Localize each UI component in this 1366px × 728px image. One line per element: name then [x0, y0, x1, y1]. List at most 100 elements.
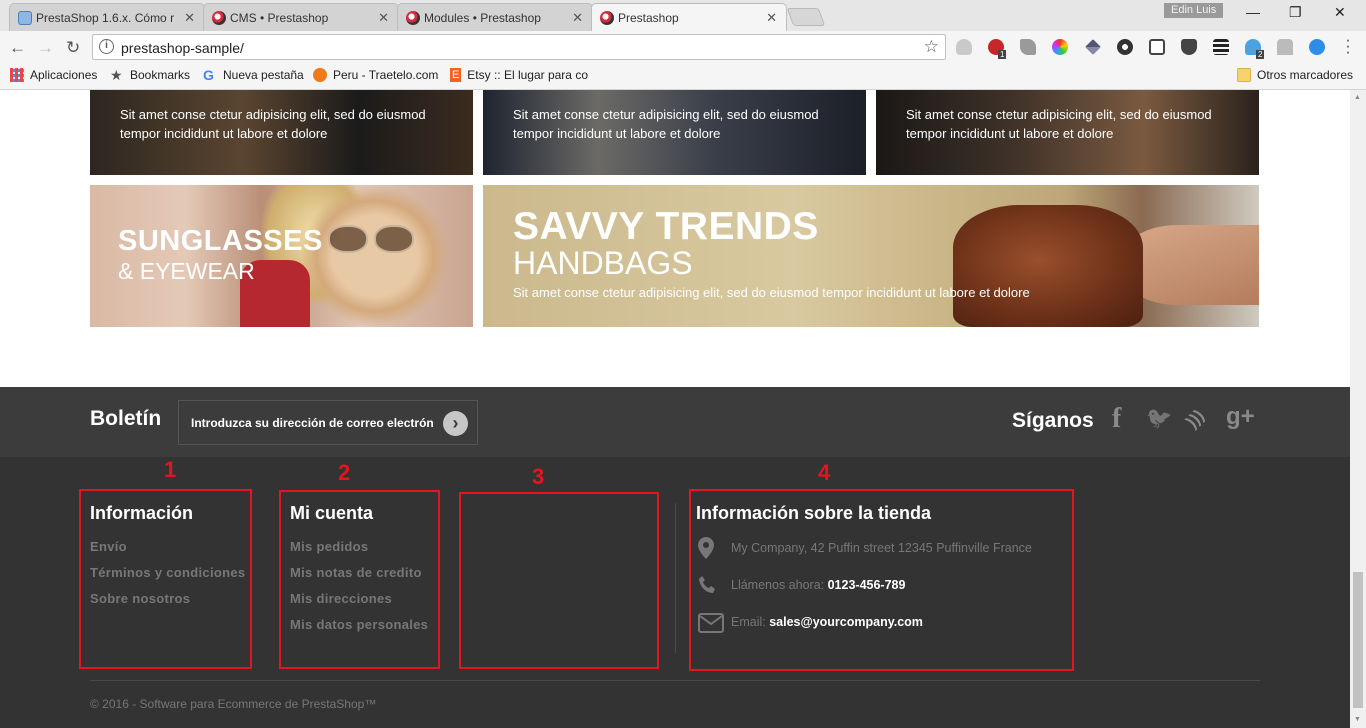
extension-tool-icon[interactable]	[1020, 39, 1036, 55]
banner-caption: Sit amet conse ctetur adipisicing elit, …	[513, 285, 1030, 300]
tab-prestashop-active[interactable]: Prestashop ✕	[591, 3, 787, 32]
close-tab-icon[interactable]: ✕	[766, 10, 777, 26]
annotation-number-3: 3	[532, 464, 545, 489]
page-scrollbar[interactable]: ▲ ▼	[1350, 90, 1366, 728]
bookmark-traetelo[interactable]: Peru - Traetelo.com	[313, 68, 438, 82]
close-tab-icon[interactable]: ✕	[184, 10, 195, 26]
tab-modules[interactable]: Modules • Prestashop ✕	[397, 3, 593, 31]
rss-icon[interactable]: )))	[1182, 406, 1208, 432]
annotation-box-2	[279, 490, 440, 669]
folder-icon	[1237, 68, 1251, 82]
profile-name[interactable]: Edin Luis	[1164, 3, 1224, 18]
scroll-down-icon[interactable]: ▼	[1354, 716, 1361, 723]
banner-caption: Sit amet conse ctetur adipisicing elit, …	[513, 107, 819, 141]
adblock-badge: 1	[998, 50, 1007, 59]
banner-handbags[interactable]: SAVVY TRENDS HANDBAGS Sit amet conse cte…	[483, 185, 1259, 327]
newsletter-title: Boletín	[90, 407, 162, 430]
bookmark-bookmarks[interactable]: ★ Bookmarks	[110, 68, 190, 82]
minimize-button[interactable]: —	[1246, 4, 1260, 20]
newsletter-bar: Boletín Introduzca su dirección de corre…	[0, 387, 1350, 457]
sync-icon[interactable]	[1309, 39, 1325, 55]
sunglasses-shape	[328, 225, 418, 255]
bookmark-label: Aplicaciones	[30, 68, 98, 82]
bookmark-label: Otros marcadores	[1257, 68, 1354, 82]
banner-heading: SUNGLASSES	[118, 225, 323, 257]
google-icon: G	[203, 67, 214, 83]
star-icon: ★	[110, 67, 123, 83]
banner-subheading: HANDBAGS	[513, 245, 693, 281]
bookmark-apps[interactable]: Aplicaciones	[10, 68, 97, 82]
apps-grid-icon	[10, 68, 24, 82]
prestashop-favicon-icon	[212, 11, 226, 25]
google-plus-icon[interactable]: g+	[1226, 403, 1255, 431]
back-button[interactable]: ←	[9, 38, 26, 58]
banner-subheading: & EYEWEAR	[118, 258, 255, 284]
newsletter-submit-button[interactable]: ›	[443, 411, 468, 436]
etsy-icon: E	[450, 68, 462, 82]
annotation-box-4	[689, 489, 1074, 671]
bookmark-label: Peru - Traetelo.com	[333, 68, 439, 82]
banner-top-1[interactable]: Sit amet conse ctetur adipisicing elit, …	[90, 90, 473, 175]
close-tab-icon[interactable]: ✕	[378, 10, 389, 26]
extension-shield-icon[interactable]	[956, 39, 972, 55]
gear-icon[interactable]	[1117, 39, 1133, 55]
bookmarks-bar: Aplicaciones ★ Bookmarks G Nueva pestaña…	[0, 63, 1366, 90]
bookmark-label: Bookmarks	[130, 68, 191, 82]
tab-bar: PrestaShop 1.6.x. Cómo r ✕ CMS • Prestas…	[0, 0, 1366, 32]
annotation-number-4: 4	[818, 460, 831, 485]
tab-title: CMS • Prestashop	[230, 10, 329, 25]
site-favicon-icon	[18, 11, 32, 25]
close-window-button[interactable]: ✕	[1334, 4, 1346, 21]
prestashop-favicon-icon	[406, 11, 420, 25]
handbag-shape	[953, 205, 1143, 327]
privacy-shield-icon[interactable]	[1181, 39, 1197, 55]
close-tab-icon[interactable]: ✕	[572, 10, 583, 26]
banner-top-2[interactable]: Sit amet conse ctetur adipisicing elit, …	[483, 90, 866, 175]
color-wheel-icon[interactable]	[1052, 39, 1068, 55]
new-tab-button[interactable]	[786, 8, 826, 26]
banner-caption: Sit amet conse ctetur adipisicing elit, …	[906, 107, 1212, 141]
restore-button[interactable]: ❐	[1289, 4, 1302, 21]
address-bar[interactable]: i prestashop-sample/ ☆	[92, 34, 946, 60]
bookmark-star-icon[interactable]: ☆	[924, 37, 939, 57]
newsletter-email-input[interactable]: Introduzca su dirección de correo electr…	[178, 400, 478, 445]
bookmark-new-tab[interactable]: G Nueva pestaña	[203, 68, 304, 82]
traetelo-icon	[313, 68, 327, 82]
bookmark-label: Etsy :: El lugar para co	[467, 68, 588, 82]
chrome-menu-icon[interactable]: · · ·	[1343, 31, 1353, 60]
footer-separator	[90, 680, 1260, 681]
twitter-icon[interactable]: 🐦	[1146, 407, 1172, 431]
scroll-up-icon[interactable]: ▲	[1354, 94, 1361, 101]
annotation-box-3	[459, 492, 659, 669]
reload-button[interactable]: ↻	[66, 38, 80, 58]
follow-us-title: Síganos	[1012, 409, 1094, 432]
scrollbar-thumb[interactable]	[1353, 572, 1363, 708]
model-arm-shape	[1123, 225, 1259, 305]
banner-heading: SAVVY TRENDS	[513, 205, 819, 248]
banner-top-3[interactable]: Sit amet conse ctetur adipisicing elit, …	[876, 90, 1259, 175]
bookmark-label: Nueva pestaña	[223, 68, 304, 82]
footer-divider	[675, 503, 676, 653]
cast-icon[interactable]	[1149, 39, 1165, 55]
tab-title: Modules • Prestashop	[424, 10, 541, 25]
site-info-icon[interactable]: i	[99, 39, 114, 54]
tab-title: PrestaShop 1.6.x. Cómo r	[36, 10, 175, 25]
forward-button[interactable]: →	[37, 38, 54, 58]
layers-icon[interactable]	[1213, 39, 1229, 55]
bookmark-etsy[interactable]: E Etsy :: El lugar para co	[450, 68, 588, 82]
eyedropper-icon[interactable]	[1085, 39, 1101, 55]
bookmark-other[interactable]: Otros marcadores	[1237, 68, 1353, 82]
printer-icon[interactable]	[1277, 39, 1293, 55]
tab-prestashop-guide[interactable]: PrestaShop 1.6.x. Cómo r ✕	[9, 3, 205, 31]
url-text[interactable]: prestashop-sample/	[121, 40, 244, 56]
banner-caption: Sit amet conse ctetur adipisicing elit, …	[120, 107, 426, 141]
prestashop-favicon-icon	[600, 11, 614, 25]
copyright-text: © 2016 - Software para Ecommerce de Pres…	[90, 697, 377, 711]
annotation-box-1	[79, 489, 252, 669]
annotation-number-2: 2	[338, 460, 351, 485]
tab-cms[interactable]: CMS • Prestashop ✕	[203, 3, 399, 31]
banner-sunglasses[interactable]: SUNGLASSES & EYEWEAR	[90, 185, 473, 327]
page-viewport: Sit amet conse ctetur adipisicing elit, …	[0, 90, 1350, 728]
facebook-icon[interactable]: f	[1112, 403, 1121, 435]
tab-title: Prestashop	[618, 11, 679, 25]
